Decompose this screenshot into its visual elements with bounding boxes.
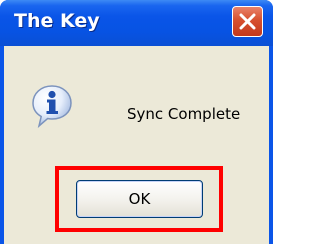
window-title: The Key: [14, 10, 100, 32]
title-bar[interactable]: The Key: [0, 0, 273, 46]
ok-button[interactable]: OK: [76, 180, 203, 218]
close-icon: [239, 13, 256, 30]
dialog-body: Sync Complete OK: [4, 46, 269, 244]
dialog-message: Sync Complete: [127, 105, 241, 123]
dialog-window: The Key Sync Complete OK: [0, 0, 273, 244]
close-button[interactable]: [232, 6, 263, 37]
information-icon: [31, 84, 73, 129]
